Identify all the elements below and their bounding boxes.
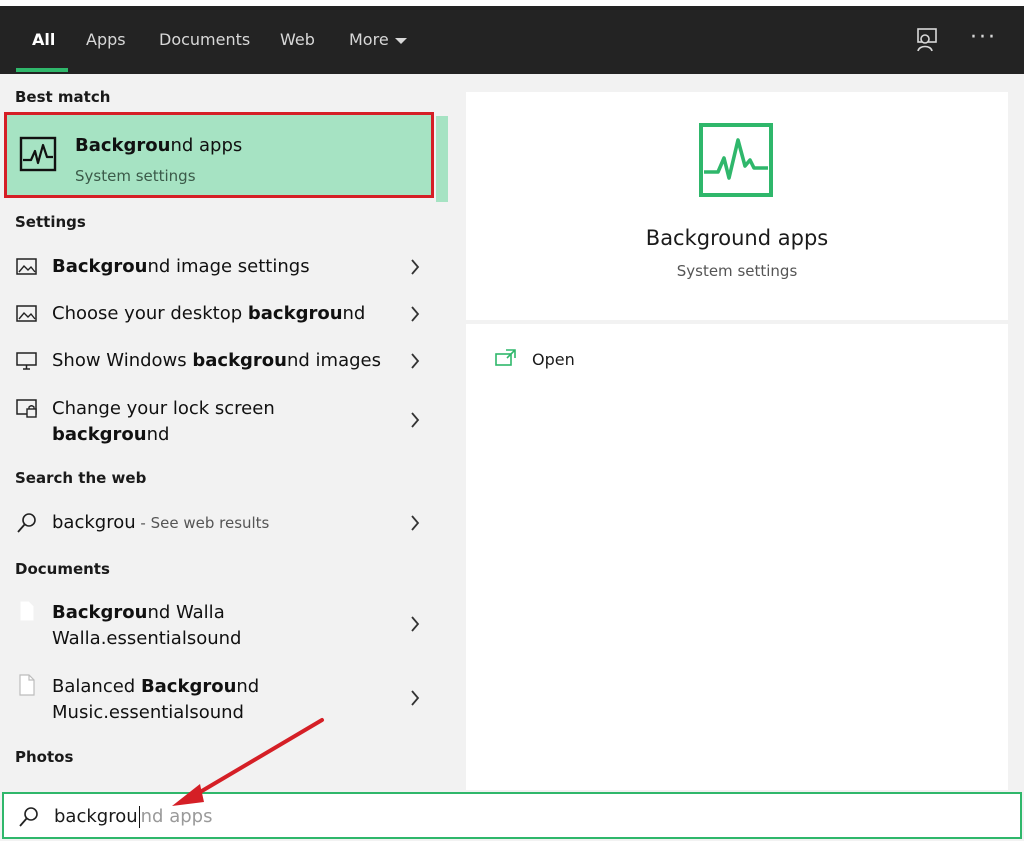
image-icon xyxy=(16,258,37,275)
chevron-right-icon xyxy=(411,306,420,322)
settings-item-desktop-background[interactable]: Choose your desktop background xyxy=(0,297,450,331)
feedback-icon[interactable] xyxy=(914,26,942,54)
web-search-result[interactable]: backgrou - See web results xyxy=(0,506,450,540)
chevron-right-icon xyxy=(411,515,420,531)
document-icon xyxy=(19,674,35,696)
best-match-title: Background apps xyxy=(75,135,243,156)
section-best-match: Best match xyxy=(15,88,111,106)
tab-all[interactable]: All xyxy=(32,6,55,74)
search-box[interactable]: backgrou nd apps xyxy=(2,792,1022,839)
tab-apps-label: Apps xyxy=(86,30,126,49)
tab-web[interactable]: Web xyxy=(280,6,315,74)
section-documents: Documents xyxy=(15,560,110,578)
section-settings: Settings xyxy=(15,213,86,231)
chevron-down-icon xyxy=(394,37,407,44)
settings-item-label: Show Windows background images xyxy=(52,350,381,371)
tab-web-label: Web xyxy=(280,30,315,49)
search-icon xyxy=(17,513,36,533)
search-filter-bar: All Apps Documents Web More ··· xyxy=(0,6,1024,74)
tab-more-label: More xyxy=(349,30,389,49)
settings-item-label-line1: Change your lock screen xyxy=(52,398,275,419)
settings-item-label: Choose your desktop background xyxy=(52,303,366,324)
selection-strip xyxy=(436,116,448,202)
tab-documents-label: Documents xyxy=(159,30,251,49)
activity-monitor-icon xyxy=(699,123,773,197)
activity-monitor-icon xyxy=(19,136,57,172)
settings-item-label-line2: background xyxy=(52,424,170,445)
document-item-filename: Walla.essentialsound xyxy=(52,628,242,649)
chevron-right-icon xyxy=(411,690,420,706)
settings-item-lock-screen-background[interactable]: Change your lock screen background xyxy=(0,392,450,448)
chevron-right-icon xyxy=(411,259,420,275)
document-item[interactable]: Balanced Background Music.essentialsound xyxy=(0,670,450,726)
document-item-filename: Music.essentialsound xyxy=(52,702,244,723)
search-autocomplete: nd apps xyxy=(140,806,213,827)
settings-item-label: Background image settings xyxy=(52,256,310,277)
search-input[interactable]: backgrou nd apps xyxy=(54,806,212,828)
web-result-label: backgrou - See web results xyxy=(52,512,270,533)
settings-item-background-image[interactable]: Background image settings xyxy=(0,250,450,284)
open-icon xyxy=(495,349,516,366)
best-match-subtitle: System settings xyxy=(75,167,196,185)
preview-subtitle: System settings xyxy=(676,262,798,280)
section-photos: Photos xyxy=(15,748,74,766)
document-item[interactable]: Background Walla Walla.essentialsound xyxy=(0,596,450,652)
chevron-right-icon xyxy=(411,353,420,369)
best-match-item[interactable]: Background apps System settings xyxy=(4,112,434,198)
lock-screen-icon xyxy=(16,399,37,418)
monitor-icon xyxy=(16,352,37,370)
section-search-web: Search the web xyxy=(15,469,147,487)
results-panel: Best match Background apps System settin… xyxy=(0,74,450,792)
preview-actions: Open xyxy=(466,324,1008,790)
preview-header: Background apps System settings xyxy=(466,92,1008,320)
more-options-icon[interactable]: ··· xyxy=(970,27,997,49)
tab-documents[interactable]: Documents xyxy=(159,6,250,74)
tab-apps[interactable]: Apps xyxy=(86,6,126,74)
active-tab-indicator xyxy=(16,68,68,72)
chevron-right-icon xyxy=(411,616,420,632)
document-item-title: Balanced Background xyxy=(52,676,260,697)
tab-all-label: All xyxy=(32,30,56,49)
text-cursor xyxy=(138,806,140,828)
settings-item-windows-background-images[interactable]: Show Windows background images xyxy=(0,344,450,378)
image-icon xyxy=(16,305,37,322)
document-item-title: Background Walla xyxy=(52,602,225,623)
preview-title: Background apps xyxy=(645,226,829,250)
chevron-right-icon xyxy=(411,412,420,428)
search-icon xyxy=(19,807,38,827)
tab-more[interactable]: More xyxy=(349,6,407,74)
document-icon xyxy=(19,600,35,622)
open-label: Open xyxy=(532,350,575,369)
